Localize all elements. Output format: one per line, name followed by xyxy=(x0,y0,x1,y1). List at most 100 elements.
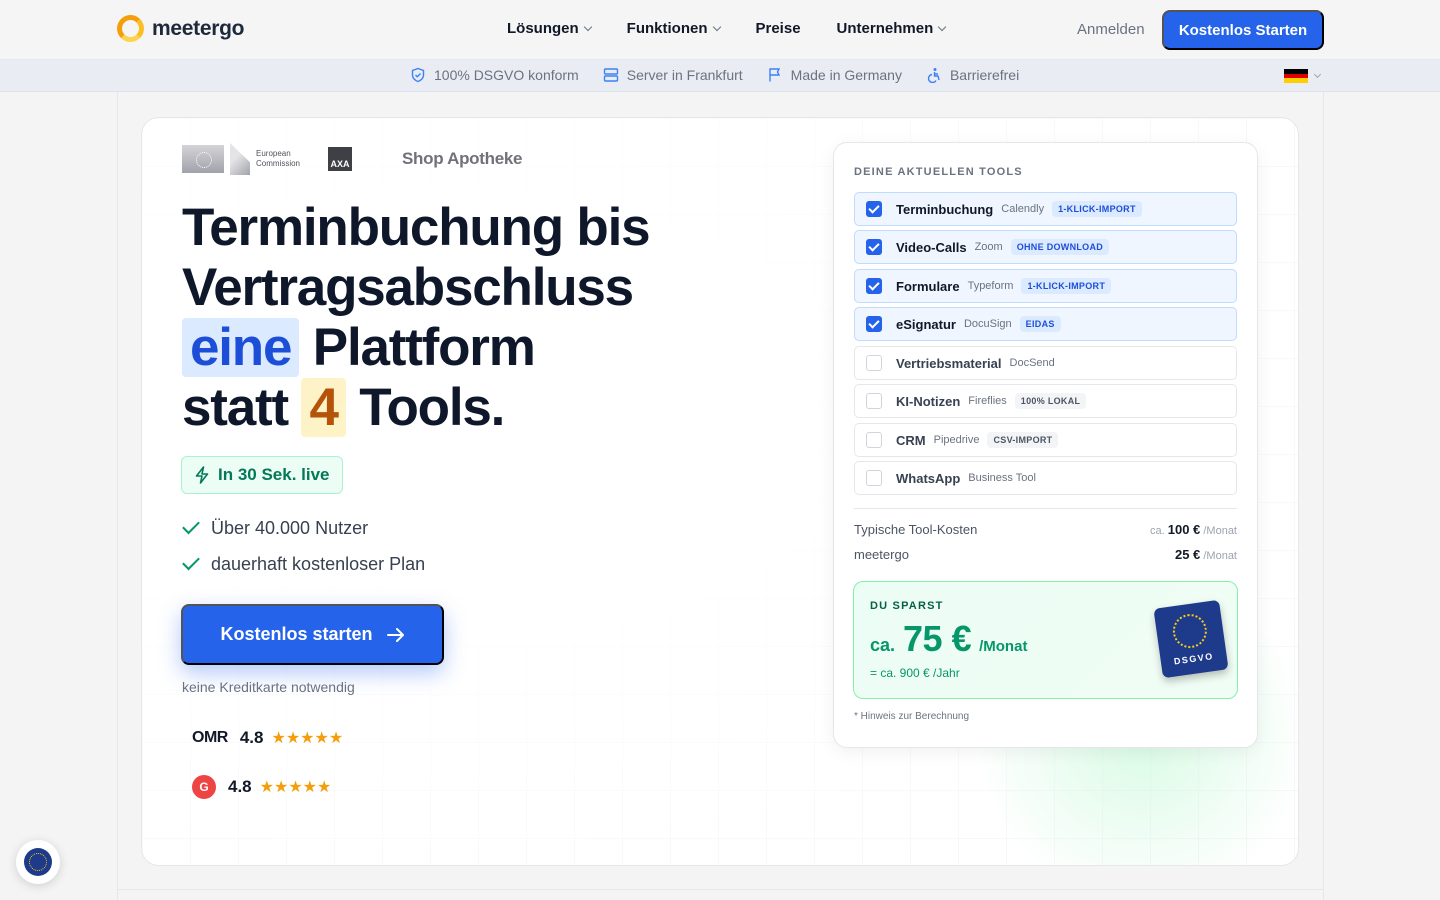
accessibility-icon xyxy=(927,68,940,83)
checkbox[interactable] xyxy=(866,393,882,409)
highlight-eine: eine xyxy=(182,318,300,377)
eu-privacy-button[interactable] xyxy=(16,840,60,884)
check-item: Über 40.000 Nutzer xyxy=(182,510,425,546)
menu-label: Funktionen xyxy=(626,20,708,37)
start-free-button[interactable]: Kostenlos Starten xyxy=(1162,10,1324,50)
checkbox[interactable] xyxy=(866,470,882,486)
trust-label: Server in Frankfurt xyxy=(626,67,743,83)
headline-statt: statt xyxy=(182,378,289,437)
tool-vendor: Business Tool xyxy=(968,472,1036,484)
calculation-note-link[interactable]: * Hinweis zur Berechnung xyxy=(854,711,969,722)
tool-name: CRM xyxy=(896,432,926,448)
brand-logo[interactable]: meetergo xyxy=(117,15,244,42)
tool-item-vertriebsmaterial[interactable]: Vertriebsmaterial DocSend xyxy=(854,346,1237,380)
checkbox[interactable] xyxy=(866,316,882,332)
checkbox[interactable] xyxy=(866,278,882,294)
headline-plattform: Plattform xyxy=(312,318,536,377)
hero-start-free-button[interactable]: Kostenlos starten xyxy=(181,604,444,665)
tool-badge: 1-KLICK-IMPORT xyxy=(1021,278,1112,294)
rating-score: 4.8 xyxy=(228,777,252,796)
server-icon xyxy=(603,68,618,82)
g2-logo: G xyxy=(192,775,216,799)
checkbox[interactable] xyxy=(866,355,882,371)
chevron-down-icon xyxy=(937,22,947,31)
top-navigation: meetergo Lösungen Funktionen Preise Unte… xyxy=(0,0,1440,60)
no-credit-card-note: keine Kreditkarte notwendig xyxy=(182,679,355,695)
eu-stars-icon xyxy=(29,853,47,871)
language-selector[interactable] xyxy=(1284,69,1308,84)
menu-item-preise[interactable]: Preise xyxy=(756,20,801,37)
cost-label: meetergo xyxy=(854,547,909,562)
divider xyxy=(854,508,1237,509)
cta-label: Kostenlos starten xyxy=(220,624,373,644)
tool-vendor: Fireflies xyxy=(968,395,1007,407)
flag-icon xyxy=(768,68,780,82)
seal-text: DSGVO xyxy=(1173,651,1215,667)
savings-yearly: = ca. 900 € /Jahr xyxy=(870,666,960,680)
check-icon xyxy=(182,552,200,570)
trust-label: 100% DSGVO konform xyxy=(434,67,579,83)
savings-value: 75 € xyxy=(903,618,972,659)
tool-name: Formulare xyxy=(896,278,960,294)
tool-item-ki-notizen[interactable]: KI-Notizen Fireflies 100% LOKAL xyxy=(854,384,1237,418)
feature-checklist: Über 40.000 Nutzer dauerhaft kostenloser… xyxy=(182,510,425,582)
tool-badge: 100% LOKAL xyxy=(1014,393,1087,409)
star-rating-icon: ★★★★★ xyxy=(271,730,344,747)
menu-label: Lösungen xyxy=(507,20,579,37)
checkbox[interactable] xyxy=(866,239,882,255)
checkbox[interactable] xyxy=(866,201,882,217)
shield-icon xyxy=(411,67,425,83)
headline-line4: statt 4 Tools. xyxy=(182,378,649,438)
tool-item-esignatur[interactable]: eSignatur DocuSign EIDAS xyxy=(854,307,1237,341)
savings-label: DU SPARST xyxy=(870,600,944,612)
tool-name: KI-Notizen xyxy=(896,393,961,409)
tool-vendor: Calendly xyxy=(1001,203,1045,215)
trust-item-server: Server in Frankfurt xyxy=(603,67,743,83)
tool-vendor: DocSend xyxy=(1009,357,1055,369)
arrow-right-icon xyxy=(386,627,404,642)
ec-line1: European xyxy=(256,149,291,159)
axa-logo: AXA xyxy=(328,147,353,171)
frame-line-right xyxy=(1323,92,1324,900)
tool-item-whatsapp[interactable]: WhatsApp Business Tool xyxy=(854,461,1237,495)
trust-label: Barrierefrei xyxy=(949,67,1020,83)
frame-line-bottom xyxy=(117,889,1324,890)
european-commission-logo: European Commission xyxy=(182,143,300,175)
tool-badge: 1-KLICK-IMPORT xyxy=(1052,201,1142,217)
login-link[interactable]: Anmelden xyxy=(1077,21,1145,38)
savings-unit: /Monat xyxy=(979,638,1028,655)
shop-apotheke-logo: Shop Apotheke xyxy=(402,149,523,168)
tool-vendor: DocuSign xyxy=(963,318,1012,330)
headline-line3: eine Plattform xyxy=(182,318,649,378)
tool-item-formulare[interactable]: Formulare Typeform 1-KLICK-IMPORT xyxy=(854,269,1237,303)
rating-g2[interactable]: G 4.8 ★★★★★ xyxy=(192,775,331,799)
trust-bar: 100% DSGVO konform Server in Frankfurt M… xyxy=(0,60,1440,92)
tool-name: WhatsApp xyxy=(896,470,961,486)
headline-line2: Vertragsabschluss xyxy=(182,258,634,317)
rating-omr[interactable]: OMR 4.8 ★★★★★ xyxy=(192,728,343,748)
check-label: Über 40.000 Nutzer xyxy=(211,517,369,538)
tool-name: eSignatur xyxy=(896,316,956,332)
tools-calculator: DEINE AKTUELLEN TOOLS Terminbuchung Cale… xyxy=(833,142,1258,748)
menu-item-unternehmen[interactable]: Unternehmen xyxy=(837,20,947,37)
eu-flag-icon xyxy=(182,145,224,173)
cost-value: 25 € /Monat xyxy=(1175,547,1237,562)
checkbox[interactable] xyxy=(866,432,882,448)
cost-label: Typische Tool-Kosten xyxy=(854,522,978,537)
cost-row-typical: Typische Tool-Kosten ca. 100 € /Monat xyxy=(854,522,1237,537)
tool-item-crm[interactable]: CRM Pipedrive CSV-IMPORT xyxy=(854,423,1237,457)
hero-headline: Terminbuchung bis Vertragsabschluss eine… xyxy=(182,198,651,438)
tool-badge: CSV-IMPORT xyxy=(987,432,1059,448)
tool-name: Terminbuchung xyxy=(896,201,994,217)
menu-item-loesungen[interactable]: Lösungen xyxy=(507,20,592,37)
frame-line-left xyxy=(117,92,118,900)
highlight-four: 4 xyxy=(301,378,346,437)
headline-tools: Tools. xyxy=(359,378,505,437)
trust-label: Made in Germany xyxy=(790,67,902,83)
eu-stars-icon xyxy=(1170,611,1210,651)
tool-item-video-calls[interactable]: Video-Calls Zoom OHNE DOWNLOAD xyxy=(854,230,1237,264)
tool-item-terminbuchung[interactable]: Terminbuchung Calendly 1-KLICK-IMPORT xyxy=(854,192,1237,226)
menu-item-funktionen[interactable]: Funktionen xyxy=(626,20,721,37)
menu-label: Preise xyxy=(755,20,801,37)
lightning-icon xyxy=(195,466,209,484)
